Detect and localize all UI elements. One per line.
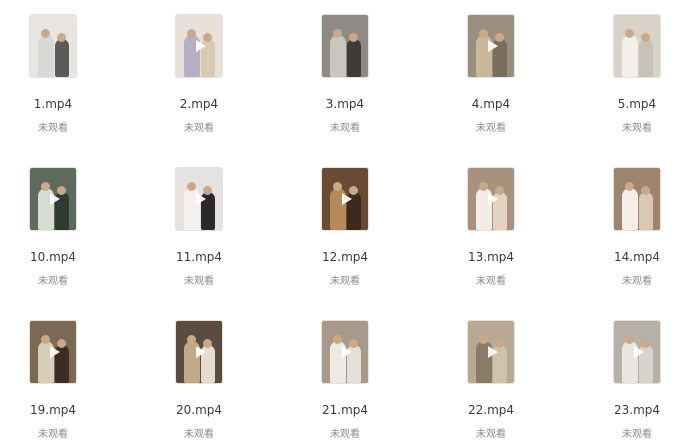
thumbnail-figure <box>639 39 653 77</box>
video-thumbnail[interactable] <box>321 167 369 231</box>
video-file-item[interactable]: 1.mp4 未观看 <box>0 14 126 134</box>
play-icon <box>342 193 352 205</box>
video-thumbnail[interactable] <box>613 167 661 231</box>
play-icon <box>196 40 206 52</box>
video-file-item[interactable]: 23.mp4 未观看 <box>564 320 695 440</box>
file-name: 12.mp4 <box>321 250 369 264</box>
thumbnail-figure <box>38 35 54 77</box>
video-thumbnail[interactable] <box>613 320 661 384</box>
thumbnail-figure-head <box>479 182 488 191</box>
watch-status: 未观看 <box>184 123 214 134</box>
file-name: 20.mp4 <box>175 403 223 417</box>
thumbnail-figure-head <box>187 29 196 38</box>
watch-status: 未观看 <box>476 123 506 134</box>
video-thumbnail[interactable] <box>613 14 661 78</box>
video-file-item[interactable]: 5.mp4 未观看 <box>564 14 695 134</box>
video-file-item[interactable]: 11.mp4 未观看 <box>126 167 272 287</box>
video-file-item[interactable]: 21.mp4 未观看 <box>272 320 418 440</box>
video-thumbnail[interactable] <box>175 320 223 384</box>
thumbnail-figure-head <box>625 29 634 38</box>
play-icon <box>634 346 644 358</box>
thumbnail-figure-head <box>41 29 50 38</box>
file-name: 19.mp4 <box>29 403 77 417</box>
video-thumbnail[interactable] <box>321 320 369 384</box>
watch-status: 未观看 <box>184 429 214 440</box>
watch-status: 未观看 <box>330 276 360 287</box>
watch-status: 未观看 <box>38 429 68 440</box>
thumbnail-figure-head <box>641 33 650 42</box>
video-file-grid: 1.mp4 未观看 2.mp4 未观看 3.mp4 未观看 4.mp4 未观看 5.mp4 未观看… <box>0 0 695 440</box>
watch-status: 未观看 <box>476 429 506 440</box>
video-file-item[interactable]: 22.mp4 未观看 <box>418 320 564 440</box>
file-name: 4.mp4 <box>471 97 511 111</box>
thumbnail-figure-head <box>641 186 650 195</box>
video-thumbnail[interactable] <box>321 14 369 78</box>
file-name: 13.mp4 <box>467 250 515 264</box>
file-name: 10.mp4 <box>29 250 77 264</box>
thumbnail-figure-head <box>333 335 342 344</box>
play-icon <box>50 346 60 358</box>
video-thumbnail[interactable] <box>29 14 77 78</box>
thumbnail-figure-head <box>187 335 196 344</box>
video-thumbnail[interactable] <box>175 14 223 78</box>
watch-status: 未观看 <box>330 123 360 134</box>
file-name: 1.mp4 <box>33 97 73 111</box>
file-name: 22.mp4 <box>467 403 515 417</box>
video-file-item[interactable]: 13.mp4 未观看 <box>418 167 564 287</box>
play-icon <box>488 346 498 358</box>
watch-status: 未观看 <box>330 429 360 440</box>
play-icon <box>196 193 206 205</box>
play-icon <box>50 193 60 205</box>
file-name: 2.mp4 <box>179 97 219 111</box>
video-thumbnail[interactable] <box>467 320 515 384</box>
play-icon <box>488 40 498 52</box>
thumbnail-figure-head <box>625 182 634 191</box>
video-thumbnail[interactable] <box>29 320 77 384</box>
video-file-item[interactable]: 14.mp4 未观看 <box>564 167 695 287</box>
watch-status: 未观看 <box>38 123 68 134</box>
file-name: 21.mp4 <box>321 403 369 417</box>
video-file-item[interactable]: 4.mp4 未观看 <box>418 14 564 134</box>
thumbnail-figure <box>330 35 346 77</box>
watch-status: 未观看 <box>622 123 652 134</box>
video-file-item[interactable]: 2.mp4 未观看 <box>126 14 272 134</box>
thumbnail-figure-head <box>625 335 634 344</box>
file-name: 11.mp4 <box>175 250 223 264</box>
video-file-item[interactable]: 19.mp4 未观看 <box>0 320 126 440</box>
play-icon <box>342 346 352 358</box>
thumbnail-figure-head <box>41 335 50 344</box>
thumbnail-figure <box>622 35 638 77</box>
video-file-item[interactable]: 12.mp4 未观看 <box>272 167 418 287</box>
thumbnail-figure <box>55 39 69 77</box>
file-name: 5.mp4 <box>617 97 657 111</box>
thumbnail-figure-head <box>41 182 50 191</box>
video-thumbnail[interactable] <box>175 167 223 231</box>
thumbnail-figure-head <box>333 29 342 38</box>
thumbnail-figure-head <box>187 182 196 191</box>
file-name: 23.mp4 <box>613 403 661 417</box>
play-icon <box>196 346 206 358</box>
thumbnail-figure-head <box>479 335 488 344</box>
watch-status: 未观看 <box>622 429 652 440</box>
thumbnail-figure <box>347 39 361 77</box>
watch-status: 未观看 <box>476 276 506 287</box>
thumbnail-figure-head <box>333 182 342 191</box>
file-name: 14.mp4 <box>613 250 661 264</box>
video-file-item[interactable]: 3.mp4 未观看 <box>272 14 418 134</box>
thumbnail-figure <box>622 188 638 230</box>
watch-status: 未观看 <box>184 276 214 287</box>
thumbnail-figure-head <box>57 33 66 42</box>
thumbnail-figure-head <box>349 33 358 42</box>
file-name: 3.mp4 <box>325 97 365 111</box>
play-icon <box>488 193 498 205</box>
video-thumbnail[interactable] <box>467 14 515 78</box>
video-thumbnail[interactable] <box>29 167 77 231</box>
video-thumbnail[interactable] <box>467 167 515 231</box>
thumbnail-figure <box>639 192 653 230</box>
video-file-item[interactable]: 20.mp4 未观看 <box>126 320 272 440</box>
thumbnail-figure-head <box>479 29 488 38</box>
video-file-item[interactable]: 10.mp4 未观看 <box>0 167 126 287</box>
watch-status: 未观看 <box>622 276 652 287</box>
watch-status: 未观看 <box>38 276 68 287</box>
